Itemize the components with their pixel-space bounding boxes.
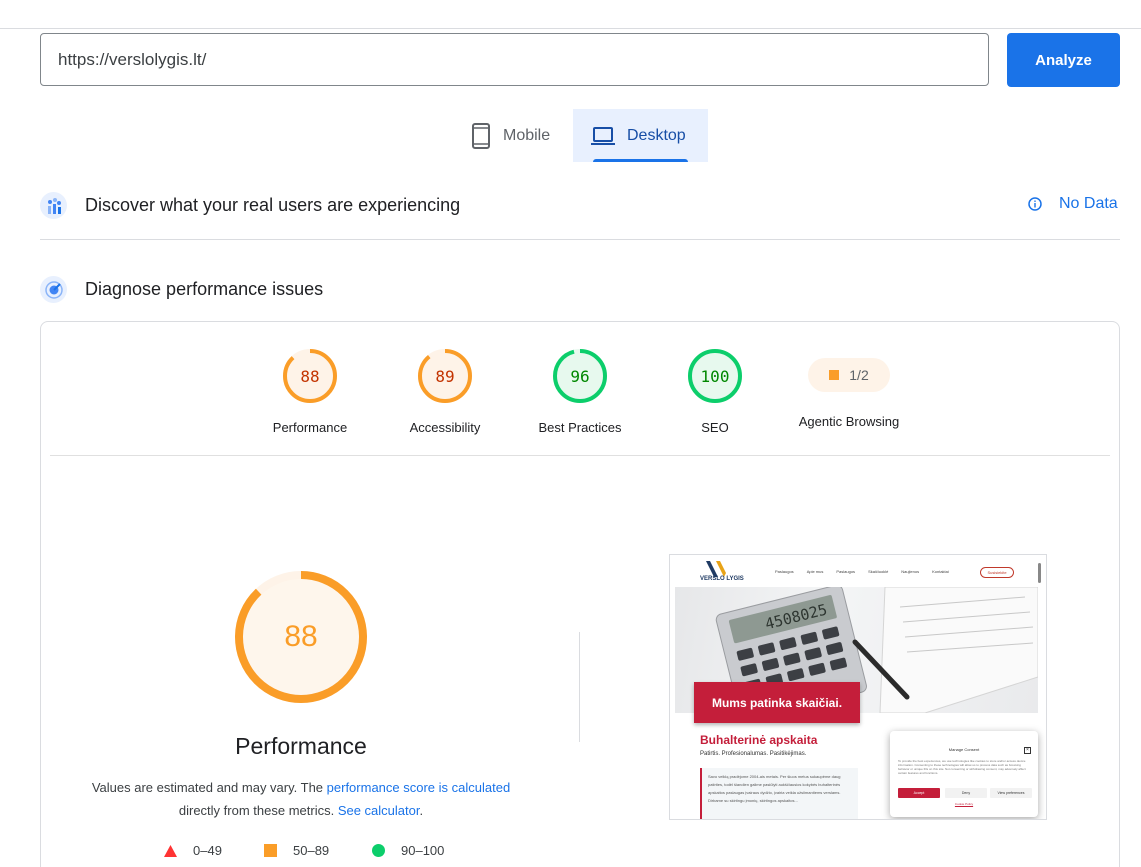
tab-active-indicator	[593, 159, 688, 162]
site-menu-item: Paslaugos	[775, 569, 794, 574]
legend-pass-label: 90–100	[401, 843, 445, 858]
analyze-button[interactable]: Analyze	[1007, 33, 1120, 87]
performance-note: Values are estimated and may vary. The p…	[80, 776, 522, 822]
consent-body: To provide the best experiences, we use …	[898, 759, 1026, 775]
performance-title: Performance	[235, 733, 367, 759]
url-input[interactable]	[40, 33, 989, 86]
site-cta-button: Susisiekite	[980, 567, 1014, 578]
site-menu: Paslaugos Apie mus Paslaugos Skaičiuoklė…	[775, 569, 949, 574]
tab-mobile-label: Mobile	[503, 126, 551, 144]
performance-big-gauge: 88	[235, 571, 367, 703]
gauge-best-practices-label: Best Practices	[538, 420, 622, 435]
note-prefix: Values are estimated and may vary. The	[91, 780, 327, 795]
gauge-performance-score: 88	[300, 367, 319, 386]
diagnose-icon	[40, 276, 67, 303]
gauge-performance[interactable]: 88 Performance	[240, 348, 380, 435]
site-logo-text: VERSLO LYGIS	[700, 576, 744, 582]
see-calculator-link[interactable]: See calculator	[338, 803, 420, 818]
square-icon	[264, 844, 277, 857]
vertical-divider	[579, 632, 580, 742]
field-data-icon	[40, 192, 67, 219]
no-data-link[interactable]: No Data	[1028, 195, 1118, 213]
gauge-best-practices-score: 96	[570, 367, 589, 386]
site-heading: Buhalterinė apskaita	[700, 733, 818, 747]
tab-desktop[interactable]: Desktop	[573, 109, 708, 162]
info-icon	[1028, 197, 1042, 211]
gauge-seo-score: 100	[701, 367, 730, 386]
legend-average-label: 50–89	[293, 843, 330, 858]
gauge-accessibility-label: Accessibility	[409, 420, 481, 435]
close-icon: ×	[1024, 747, 1031, 754]
gauge-best-practices[interactable]: 96 Best Practices	[510, 348, 650, 435]
note-suffix: .	[419, 803, 424, 818]
site-subheading: Patirtis. Profesionalumas. Pasitikėjimas…	[700, 751, 807, 757]
note-middle: directly from these metrics.	[178, 803, 338, 818]
score-calculated-link[interactable]: performance score is calculated	[327, 780, 511, 795]
site-menu-item: Kontaktai	[932, 569, 949, 574]
average-square-icon	[829, 370, 840, 380]
section-divider	[40, 239, 1120, 240]
site-body-text: Savo veiklą pradėjome 2004-ais metais. P…	[700, 768, 858, 819]
gauge-accessibility-score: 89	[435, 367, 454, 386]
legend-fail-label: 0–49	[193, 843, 222, 858]
circle-icon	[372, 844, 385, 857]
laptop-icon	[591, 126, 615, 145]
tab-desktop-label: Desktop	[627, 126, 686, 144]
consent-deny-button: Deny	[945, 788, 987, 798]
gauge-seo-label: SEO	[701, 420, 729, 435]
gauge-agentic-browsing[interactable]: 1/2 Agentic Browsing	[779, 348, 919, 429]
top-divider	[0, 28, 1141, 29]
site-menu-item: Paslaugos	[836, 569, 856, 574]
gauge-agentic-label: Agentic Browsing	[798, 414, 900, 429]
legend-pass: 90–100	[372, 843, 444, 858]
gauge-accessibility[interactable]: 89 Accessibility	[375, 348, 515, 435]
page-screenshot: VERSLO LYGIS Paslaugos Apie mus Paslaugo…	[669, 554, 1047, 820]
legend-average: 50–89	[264, 843, 329, 858]
no-data-label: No Data	[1059, 195, 1118, 212]
site-menu-item: Naujienos	[901, 569, 920, 574]
screenshot-navbar: VERSLO LYGIS Paslaugos Apie mus Paslaugo…	[670, 555, 1046, 587]
gauge-performance-label: Performance	[272, 420, 348, 435]
performance-big-score: 88	[284, 620, 317, 653]
field-data-title: Discover what your real users are experi…	[85, 195, 461, 215]
gauge-seo[interactable]: 100 SEO	[645, 348, 785, 435]
cookie-consent-modal: Manage Consent × To provide the best exp…	[890, 731, 1038, 817]
consent-preferences-button: View preferences	[990, 788, 1032, 798]
cookie-policy-link: Cookie Policy	[954, 802, 974, 806]
screenshot-scrollbar	[1038, 563, 1041, 583]
site-banner: Mums patinka skaičiai.	[694, 682, 860, 723]
diagnose-title: Diagnose performance issues	[85, 279, 324, 299]
agentic-score-pill: 1/2	[808, 358, 890, 392]
triangle-icon	[164, 844, 177, 857]
consent-accept-button: Accept	[898, 788, 940, 798]
card-divider	[50, 455, 1110, 456]
consent-title: Manage Consent	[948, 747, 980, 752]
tab-mobile[interactable]: Mobile	[463, 109, 573, 162]
site-menu-item: Skaičiuoklė	[868, 569, 889, 574]
phone-icon	[472, 122, 490, 149]
legend-fail: 0–49	[164, 843, 222, 858]
agentic-score: 1/2	[849, 367, 869, 383]
site-menu-item: Apie mus	[806, 569, 824, 574]
